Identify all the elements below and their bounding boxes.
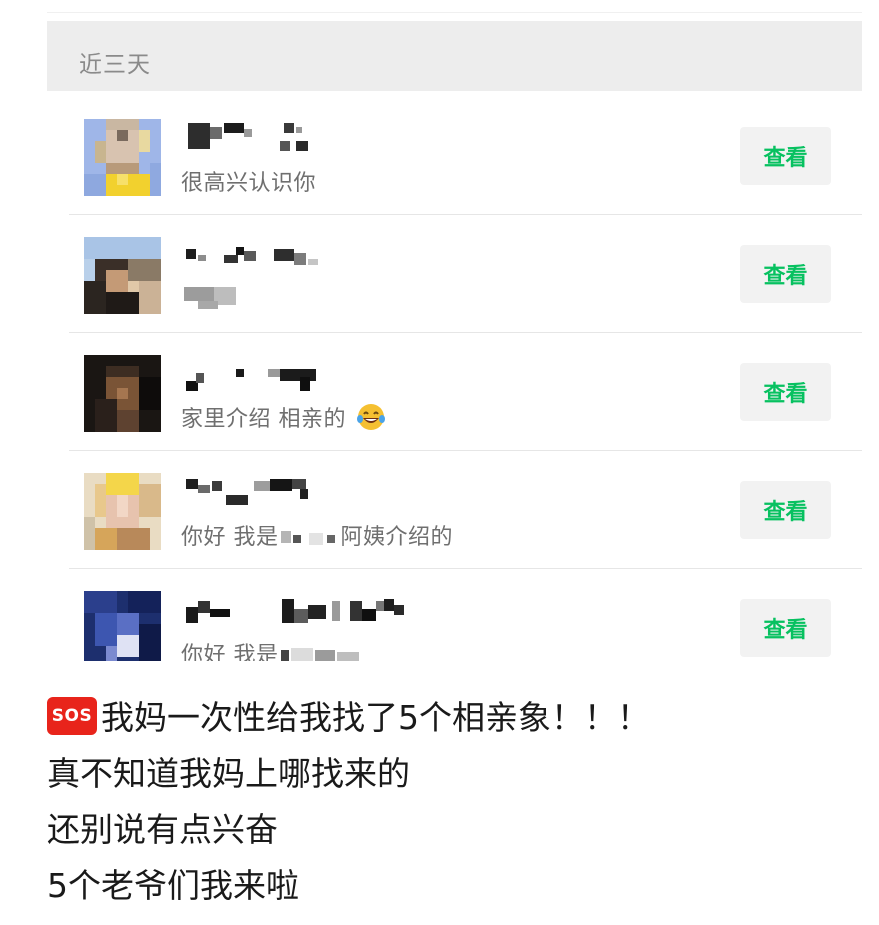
caption-line-4: 5个老爷们我来啦 — [47, 866, 299, 905]
laughing-tears-icon — [356, 404, 385, 430]
avatar[interactable] — [84, 119, 161, 196]
request-message: 很高兴认识你 — [181, 171, 317, 196]
caption-line-1: 我妈一次性给我找了5个相亲象！！！ — [101, 698, 650, 737]
blurred-name-inline — [280, 648, 359, 661]
caption-line: SOS 我妈一次性给我找了5个相亲象！！！ — [47, 690, 847, 746]
blurred-name — [188, 123, 308, 151]
request-message: 你好 我是 — [181, 637, 371, 661]
caption-line-2: 真不知道我妈上哪找来的 — [47, 754, 410, 793]
avatar[interactable] — [84, 355, 161, 432]
sos-icon: SOS — [47, 696, 97, 735]
friend-requests-screenshot: 近三天 很高兴认识你 查看 查看 家里介绍 相亲的 查看 你好 我是 阿姨介绍的… — [47, 12, 862, 661]
blurred-name — [186, 599, 404, 623]
blurred-name — [186, 247, 318, 265]
request-message-prefix: 你好 我是 — [181, 643, 279, 661]
friend-request-row[interactable]: 你好 我是 查看 — [47, 569, 862, 661]
blurred-name — [186, 479, 308, 505]
request-message: 家里介绍 相亲的 — [181, 401, 386, 435]
view-button[interactable]: 查看 — [740, 481, 831, 539]
blurred-message — [184, 287, 236, 309]
avatar[interactable] — [84, 473, 161, 550]
request-message-text: 家里介绍 相亲的 — [181, 407, 346, 432]
section-header-label: 近三天 — [79, 52, 151, 78]
view-button[interactable]: 查看 — [740, 599, 831, 657]
request-message-suffix: 阿姨介绍的 — [340, 525, 454, 550]
blurred-name — [186, 369, 316, 391]
request-message: 你好 我是 阿姨介绍的 — [181, 519, 453, 551]
view-button[interactable]: 查看 — [740, 245, 831, 303]
post-caption: SOS 我妈一次性给我找了5个相亲象！！！ 真不知道我妈上哪找来的 还别说有点兴奋… — [47, 690, 847, 914]
blurred-name-inline — [280, 531, 335, 545]
request-message-prefix: 你好 我是 — [181, 525, 279, 550]
avatar[interactable] — [84, 237, 161, 314]
view-button[interactable]: 查看 — [740, 363, 831, 421]
friend-request-row[interactable]: 你好 我是 阿姨介绍的 查看 — [47, 451, 862, 569]
caption-line-3: 还别说有点兴奋 — [47, 810, 278, 849]
view-button[interactable]: 查看 — [740, 127, 831, 185]
friend-request-row[interactable]: 查看 — [47, 215, 862, 333]
friend-request-row[interactable]: 家里介绍 相亲的 查看 — [47, 333, 862, 451]
section-header: 近三天 — [47, 21, 862, 91]
friend-request-row[interactable]: 很高兴认识你 查看 — [47, 97, 862, 215]
avatar[interactable] — [84, 591, 161, 661]
